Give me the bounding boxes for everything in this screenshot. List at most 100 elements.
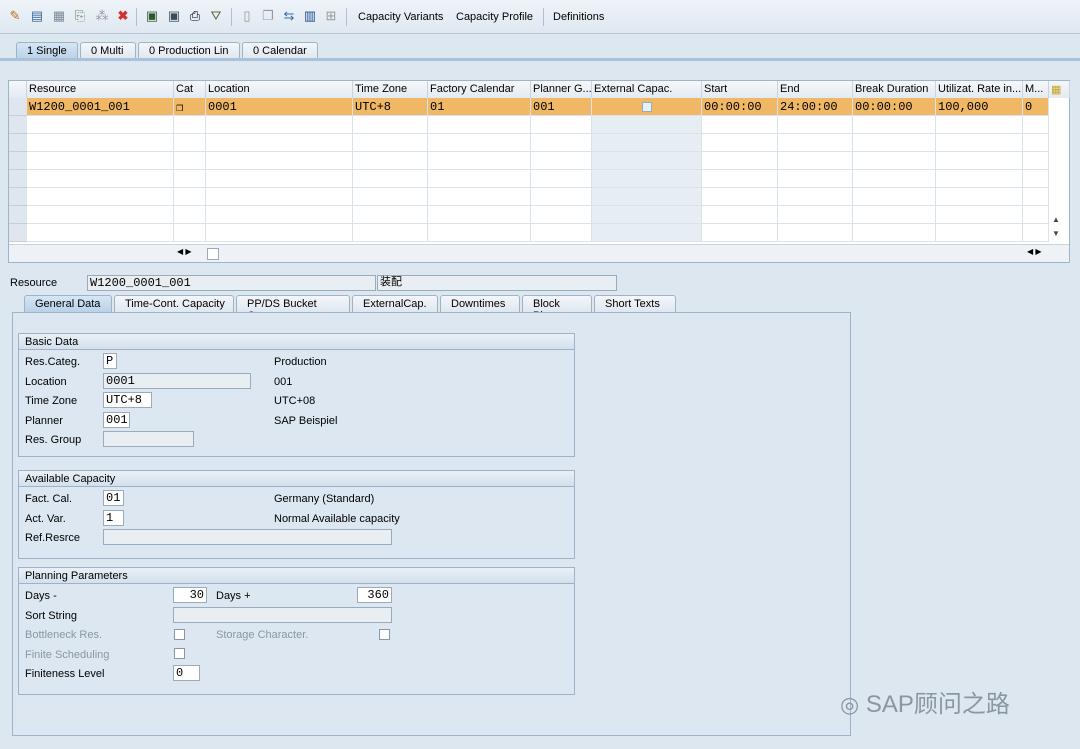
definitions-button[interactable]: Definitions bbox=[553, 11, 604, 23]
table-cell[interactable] bbox=[353, 152, 428, 170]
table-cell[interactable]: 0001 bbox=[206, 98, 353, 116]
table-cell[interactable] bbox=[778, 152, 853, 170]
table-cell[interactable] bbox=[702, 224, 778, 242]
table-cell[interactable] bbox=[702, 206, 778, 224]
table-cell[interactable] bbox=[531, 170, 592, 188]
table-cell[interactable] bbox=[592, 98, 702, 116]
row-selector[interactable] bbox=[9, 224, 27, 242]
table-cell[interactable] bbox=[353, 170, 428, 188]
grid-icon[interactable]: ▦ bbox=[52, 9, 66, 23]
table-cell[interactable] bbox=[206, 170, 353, 188]
planner-field[interactable]: 001 bbox=[103, 412, 130, 428]
table-cell[interactable] bbox=[353, 116, 428, 134]
wand-icon[interactable]: ✎ bbox=[8, 9, 22, 23]
detail-tab[interactable]: Block Plng bbox=[522, 295, 592, 322]
table-cell[interactable]: 00:00:00 bbox=[853, 98, 936, 116]
table-cell[interactable] bbox=[531, 152, 592, 170]
row-selector[interactable] bbox=[9, 134, 27, 152]
delete-icon[interactable]: ✖ bbox=[116, 9, 130, 23]
table-cell[interactable] bbox=[592, 116, 702, 134]
table-cell[interactable]: 00:00:00 bbox=[702, 98, 778, 116]
table-cell[interactable] bbox=[428, 224, 531, 242]
table-cell[interactable] bbox=[1023, 152, 1049, 170]
act-var-field[interactable]: 1 bbox=[103, 510, 124, 526]
finite-scheduling-checkbox[interactable] bbox=[174, 648, 185, 659]
move-icon[interactable]: ⇆ bbox=[282, 9, 296, 23]
column-header[interactable]: End bbox=[778, 81, 853, 98]
doc-icon[interactable]: ▣ bbox=[145, 9, 159, 23]
fact-cal-field[interactable]: 01 bbox=[103, 490, 124, 506]
table-cell[interactable] bbox=[353, 188, 428, 206]
table-cell[interactable] bbox=[778, 170, 853, 188]
table-cell[interactable] bbox=[27, 170, 174, 188]
table-cell[interactable] bbox=[702, 152, 778, 170]
detail-tab[interactable]: Downtimes bbox=[440, 295, 520, 312]
table-cell[interactable] bbox=[853, 152, 936, 170]
capacity-profile-button[interactable]: Capacity Profile bbox=[456, 11, 533, 23]
table-cell[interactable] bbox=[936, 116, 1023, 134]
column-header[interactable]: Time Zone bbox=[353, 81, 428, 98]
link-icon[interactable]: ⁂ bbox=[95, 9, 109, 23]
row-selector[interactable] bbox=[9, 188, 27, 206]
resource-field[interactable]: W1200_0001_001 bbox=[87, 275, 376, 291]
table-cell[interactable] bbox=[702, 134, 778, 152]
table-cell[interactable] bbox=[174, 134, 206, 152]
external-capacity-checkbox[interactable] bbox=[642, 102, 652, 112]
table-cell[interactable] bbox=[174, 224, 206, 242]
columns-icon[interactable]: ▥ bbox=[303, 9, 317, 23]
detail-tab[interactable]: ExternalCap. bbox=[352, 295, 438, 312]
sort-string-field[interactable] bbox=[173, 607, 392, 623]
scroll-right-icon[interactable]: ◀ ▶ bbox=[1027, 247, 1042, 256]
table-cell[interactable] bbox=[853, 134, 936, 152]
doc2-icon[interactable]: ▣ bbox=[167, 9, 181, 23]
trash-icon[interactable]: ▯ bbox=[240, 9, 254, 23]
table-cell[interactable] bbox=[27, 116, 174, 134]
column-header[interactable]: Break Duration bbox=[853, 81, 936, 98]
column-header[interactable]: M... bbox=[1023, 81, 1049, 98]
tab-calendar[interactable]: 0 Calendar bbox=[242, 42, 318, 59]
table-cell[interactable] bbox=[1023, 116, 1049, 134]
column-header[interactable]: Utilizat. Rate in... bbox=[936, 81, 1023, 98]
detail-tab[interactable]: PP/DS Bucket Cap. bbox=[236, 295, 350, 322]
table-cell[interactable] bbox=[853, 224, 936, 242]
table-cell[interactable] bbox=[702, 116, 778, 134]
table-cell[interactable] bbox=[428, 170, 531, 188]
column-header[interactable]: External Capac. bbox=[592, 81, 702, 98]
table-cell[interactable] bbox=[27, 206, 174, 224]
table-cell[interactable] bbox=[1023, 206, 1049, 224]
table-cell[interactable] bbox=[27, 152, 174, 170]
table-cell[interactable]: 100,000 bbox=[936, 98, 1023, 116]
table-cell[interactable]: 001 bbox=[531, 98, 592, 116]
table-cell[interactable] bbox=[27, 224, 174, 242]
table-cell[interactable] bbox=[702, 170, 778, 188]
table-cell[interactable] bbox=[778, 134, 853, 152]
table-cell[interactable] bbox=[531, 116, 592, 134]
table-cell[interactable] bbox=[428, 116, 531, 134]
table-cell[interactable] bbox=[428, 206, 531, 224]
table-cell[interactable] bbox=[174, 188, 206, 206]
row-selector[interactable] bbox=[9, 170, 27, 188]
table-cell[interactable] bbox=[206, 116, 353, 134]
select-all-corner[interactable] bbox=[9, 81, 27, 98]
table-cell[interactable] bbox=[592, 134, 702, 152]
vertical-scrollbar[interactable]: ▲ ▼ bbox=[1052, 213, 1060, 241]
days-minus-field[interactable]: 30 bbox=[173, 587, 207, 603]
resource-description-field[interactable]: 装配 bbox=[377, 275, 617, 291]
tab-multi[interactable]: 0 Multi bbox=[80, 42, 136, 59]
export-icon[interactable]: ⎘ bbox=[73, 9, 87, 23]
table-cell[interactable] bbox=[592, 188, 702, 206]
table-cell[interactable]: 01 bbox=[428, 98, 531, 116]
location-field[interactable]: 0001 bbox=[103, 373, 251, 389]
table-cell[interactable] bbox=[428, 152, 531, 170]
table-cell[interactable] bbox=[592, 170, 702, 188]
column-header[interactable]: Cat bbox=[174, 81, 206, 98]
column-header[interactable]: Factory Calendar bbox=[428, 81, 531, 98]
table-cell[interactable] bbox=[936, 134, 1023, 152]
scroll-thumb[interactable] bbox=[207, 248, 219, 260]
table-cell[interactable]: 24:00:00 bbox=[778, 98, 853, 116]
table-cell[interactable] bbox=[206, 224, 353, 242]
table-cell[interactable] bbox=[592, 152, 702, 170]
finiteness-level-field[interactable]: 0 bbox=[173, 665, 200, 681]
table-cell[interactable] bbox=[592, 224, 702, 242]
table-cell[interactable] bbox=[174, 116, 206, 134]
